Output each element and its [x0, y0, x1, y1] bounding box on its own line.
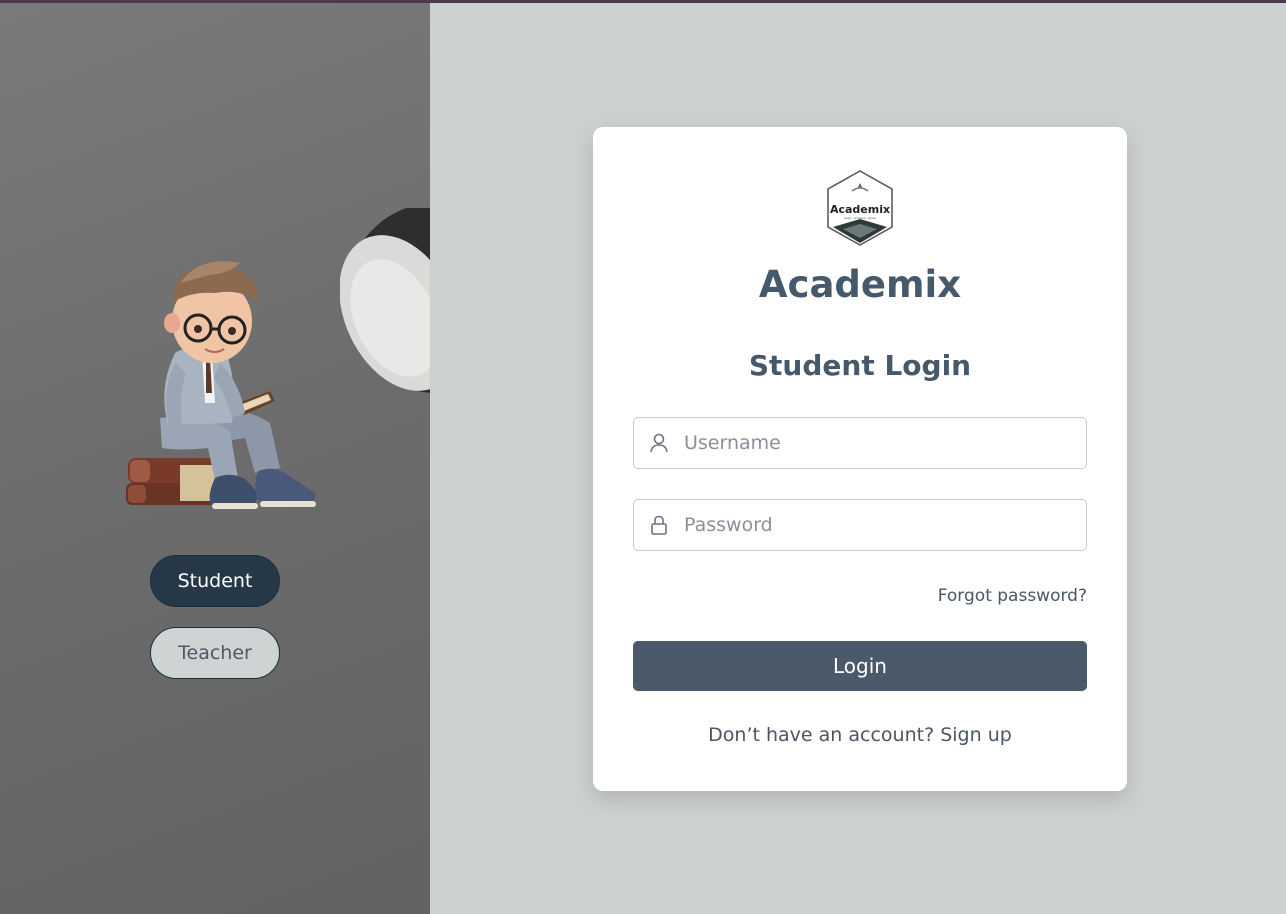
- role-selector-panel: Student Teacher: [0, 3, 430, 914]
- student-role-button[interactable]: Student: [150, 555, 280, 607]
- password-input[interactable]: [684, 500, 1074, 550]
- login-card: Academix Learn. Achieve. Grow. Academix …: [593, 127, 1127, 791]
- top-bar: [0, 0, 1286, 3]
- login-button[interactable]: Login: [633, 641, 1087, 691]
- signup-prompt-text: Don’t have an account?: [708, 724, 935, 746]
- page-title: Student Login: [748, 349, 972, 382]
- brand-name: Academix: [758, 263, 962, 306]
- username-field[interactable]: [633, 417, 1087, 469]
- lamp-image: [340, 208, 430, 393]
- student-character-illustration: [126, 261, 316, 509]
- svg-text:Academix: Academix: [830, 203, 890, 216]
- password-field[interactable]: [633, 499, 1087, 551]
- signup-prompt: Don’t have an account? Sign up: [593, 724, 1127, 746]
- username-input[interactable]: [684, 418, 1074, 468]
- signup-link[interactable]: Sign up: [940, 724, 1012, 746]
- lock-icon: [651, 515, 667, 535]
- user-icon: [650, 433, 668, 453]
- academix-logo: Academix Learn. Achieve. Grow.: [825, 169, 895, 247]
- forgot-password-link[interactable]: Forgot password?: [938, 586, 1087, 606]
- teacher-role-button[interactable]: Teacher: [150, 627, 280, 679]
